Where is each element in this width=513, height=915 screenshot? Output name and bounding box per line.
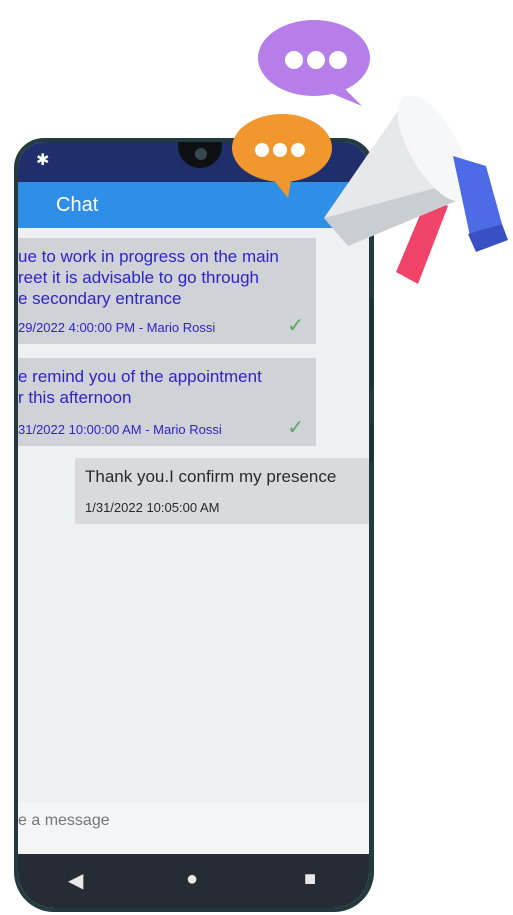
recents-icon[interactable]: ■: [304, 868, 316, 891]
phone-side-button: [370, 298, 373, 388]
message-text: e remind you of the appointment r this a…: [18, 367, 262, 407]
back-icon[interactable]: ◀: [68, 868, 83, 893]
message-list[interactable]: ue to work in progress on the main reet …: [18, 238, 369, 808]
checkmark-icon: ✓: [287, 417, 304, 439]
chat-message[interactable]: e remind you of the appointment r this a…: [18, 358, 316, 446]
home-icon[interactable]: ●: [186, 868, 198, 891]
purple-speech-bubble-icon: [258, 20, 370, 106]
phone-screen: ✱ Chat ue to work in progress on the mai…: [18, 142, 369, 908]
page-title: Chat: [56, 194, 99, 216]
message-timestamp: 29/2022 4:00:00 PM - Mario Rossi: [18, 320, 216, 335]
system-nav-bar: ◀ ● ■: [18, 854, 369, 908]
checkmark-icon: ✓: [287, 315, 304, 337]
message-timestamp: 31/2022 10:00:00 AM - Mario Rossi: [18, 422, 222, 437]
app-bar: Chat: [18, 182, 369, 228]
message-text: Thank you.I confirm my presence: [85, 467, 337, 486]
phone-side-button: [370, 423, 373, 463]
gear-icon[interactable]: ✱: [36, 152, 54, 170]
message-timestamp: 1/31/2022 10:05:00 AM: [85, 500, 220, 515]
message-input[interactable]: [18, 812, 338, 830]
message-text: ue to work in progress on the main reet …: [18, 247, 279, 308]
status-bar: ✱: [18, 142, 369, 182]
chat-message[interactable]: Thank you.I confirm my presence 1/31/202…: [75, 458, 369, 524]
message-composer: [18, 802, 369, 854]
camera-notch: [178, 142, 222, 168]
phone-frame: ✱ Chat ue to work in progress on the mai…: [14, 138, 374, 912]
chat-message[interactable]: ue to work in progress on the main reet …: [18, 238, 316, 344]
